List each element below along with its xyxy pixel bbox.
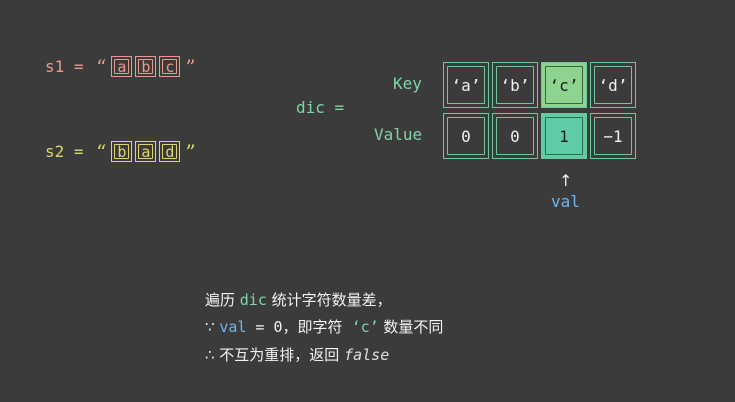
s1-label: s1 = [45, 56, 94, 76]
s2-char: d [159, 141, 181, 162]
s1-char: b [135, 56, 157, 77]
value-cell: 0 [443, 113, 489, 159]
key-row: ‘a’ ‘b’ ‘c’ ‘d’ [443, 62, 636, 108]
value-cell-highlighted: 1 [541, 113, 587, 159]
note1-code: dic [239, 291, 267, 309]
note3-result: false [344, 346, 390, 364]
note2-post: 数量不同 [378, 318, 444, 336]
key-cell-highlighted: ‘c’ [541, 62, 587, 108]
note1-pre: 遍历 [205, 291, 240, 309]
s2-open-quote: “ [96, 139, 107, 164]
s1-char: c [159, 56, 181, 77]
key-cell: ‘d’ [590, 62, 636, 108]
key-cell: ‘b’ [492, 62, 538, 108]
value-cell: 0 [492, 113, 538, 159]
value-row-label: Value [374, 125, 423, 144]
note2-var: val [219, 318, 247, 336]
s1-chars: a b c [111, 56, 181, 77]
value-row: 0 0 1 −1 [443, 113, 636, 159]
dic-label: dic = [296, 98, 345, 117]
key-cell: ‘a’ [443, 62, 489, 108]
s2-char: a [135, 141, 157, 162]
s2-close-quote: ” [185, 139, 196, 164]
val-pointer-label: val [551, 192, 580, 211]
s1-char: a [111, 56, 133, 77]
s2-row: s2 = “ b a d ” [45, 141, 196, 162]
s2-label: s2 = [45, 141, 94, 161]
s1-close-quote: ” [185, 54, 196, 79]
s1-row: s1 = “ a b c ” [45, 56, 196, 77]
s2-chars: b a d [111, 141, 181, 162]
note-line-1: 遍历 dic 统计字符数量差， [205, 290, 392, 310]
note3-sym: ∴ 不互为重排，返回 [205, 346, 345, 364]
note2-sym: ∵ [205, 318, 220, 336]
note2-char: ‘c’ [351, 318, 379, 336]
s2-char: b [111, 141, 133, 162]
value-cell: −1 [590, 113, 636, 159]
note-line-3: ∴ 不互为重排，返回 false [205, 345, 389, 365]
s1-open-quote: “ [96, 54, 107, 79]
note-line-2: ∵ val = 0，即字符 ‘c’ 数量不同 [205, 317, 443, 337]
note1-post: 统计字符数量差， [266, 291, 392, 309]
up-arrow-icon: ↑ [559, 171, 573, 190]
key-row-label: Key [393, 74, 422, 93]
note2-mid: = 0，即字符 [246, 318, 352, 336]
diagram-canvas: s1 = “ a b c ” s2 = “ b a d ” dic = Key … [0, 0, 735, 402]
